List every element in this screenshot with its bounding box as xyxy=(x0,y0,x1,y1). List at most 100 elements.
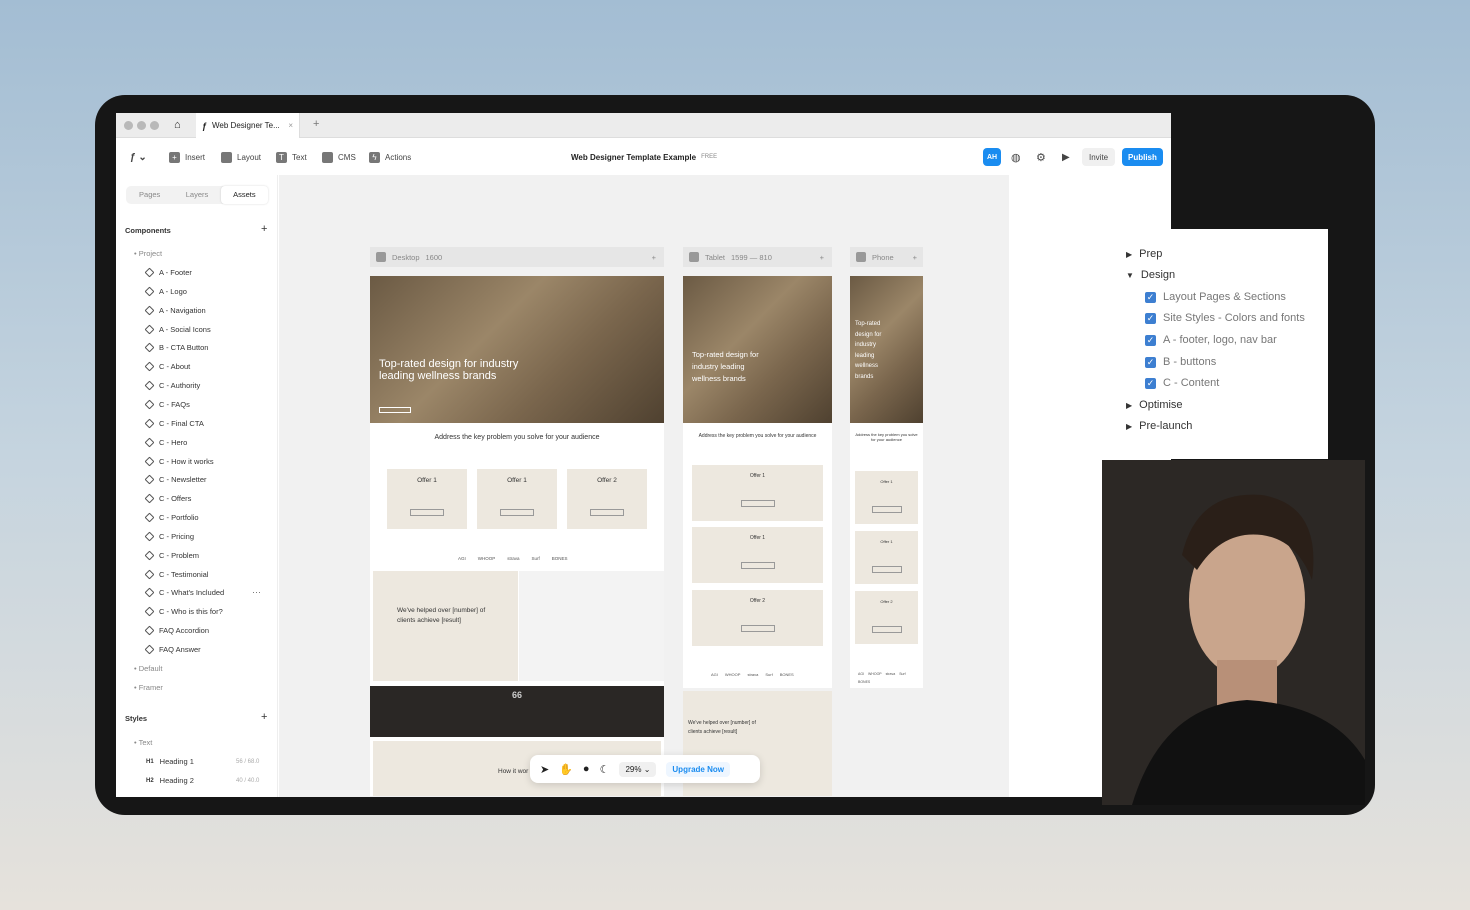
checklist-item-prep[interactable]: ▶ Prep xyxy=(1126,248,1162,260)
desktop-frame-header[interactable]: Desktop 1600 + xyxy=(370,247,664,267)
checklist-subitem[interactable]: ✓ C - Content xyxy=(1145,377,1219,389)
tablet-frame[interactable]: Top-rated design for industry leading we… xyxy=(683,276,832,688)
more-options-icon[interactable]: ··· xyxy=(252,587,261,597)
gear-icon[interactable]: ⚙ xyxy=(1036,151,1046,164)
comment-tool-icon[interactable]: ● xyxy=(583,763,590,775)
offer-card[interactable]: Offer 1 xyxy=(692,527,823,583)
component-item[interactable]: A - Logo xyxy=(144,286,187,297)
checklist-item-pre-launch[interactable]: ▶ Pre-launch xyxy=(1126,420,1192,432)
upgrade-now-button[interactable]: Upgrade Now xyxy=(666,761,730,777)
tab-pages[interactable]: Pages xyxy=(126,186,173,204)
play-icon[interactable] xyxy=(376,252,386,262)
desktop-frame[interactable]: Top-rated design for industry leading we… xyxy=(370,276,664,796)
component-item[interactable]: C - Offers xyxy=(144,493,191,504)
component-item[interactable]: C - Pricing xyxy=(144,531,194,542)
offer-button[interactable] xyxy=(410,509,444,516)
hand-tool-icon[interactable]: ✋ xyxy=(559,763,573,776)
phone-frame-header[interactable]: Phone + xyxy=(850,247,923,267)
maximize-window-dot[interactable] xyxy=(150,121,159,130)
add-component-button[interactable]: + xyxy=(261,223,267,235)
checkbox-checked-icon[interactable]: ✓ xyxy=(1145,377,1156,389)
offer-card[interactable]: Offer 1 xyxy=(692,465,823,521)
checklist-subitem[interactable]: ✓ B - buttons xyxy=(1145,356,1216,368)
offer-card[interactable]: Offer 2 xyxy=(692,590,823,646)
style-heading-2[interactable]: H2 Heading 2 40 / 40.0 xyxy=(146,776,259,785)
component-item[interactable]: C - Who is this for? xyxy=(144,606,223,617)
component-item[interactable]: B - CTA Button xyxy=(144,342,208,353)
add-breakpoint-icon[interactable]: + xyxy=(652,253,656,262)
component-item[interactable]: C - How it works xyxy=(144,456,214,466)
checklist-subitem[interactable]: ✓ Layout Pages & Sections xyxy=(1145,291,1286,303)
home-icon[interactable]: ⌂ xyxy=(174,119,181,131)
user-avatar[interactable]: AH xyxy=(983,148,1001,166)
new-tab-button[interactable]: + xyxy=(313,118,319,130)
add-breakpoint-icon[interactable]: + xyxy=(913,253,917,262)
add-style-button[interactable]: + xyxy=(261,711,267,723)
component-item[interactable]: C - Problem xyxy=(144,550,199,561)
offer-card[interactable]: Offer 1 xyxy=(855,531,918,584)
close-window-dot[interactable] xyxy=(124,121,133,130)
offer-card[interactable]: Offer 2 xyxy=(855,591,918,644)
globe-icon[interactable]: ◍ xyxy=(1011,151,1021,164)
offer-button[interactable] xyxy=(871,566,902,573)
component-item[interactable]: C - About xyxy=(144,361,190,372)
hero-cta-button[interactable] xyxy=(379,407,411,413)
offer-button[interactable] xyxy=(740,500,775,507)
layout-button[interactable]: Layout xyxy=(221,151,261,163)
component-item[interactable]: A - Social Icons xyxy=(144,324,211,334)
checklist-item-optimise[interactable]: ▶ Optimise xyxy=(1126,399,1183,411)
add-breakpoint-icon[interactable]: + xyxy=(820,253,824,262)
design-canvas[interactable]: Desktop 1600 + Top-rated design for indu… xyxy=(279,175,1009,797)
component-item[interactable]: C - Testimonial xyxy=(144,569,208,580)
checkbox-checked-icon[interactable]: ✓ xyxy=(1145,291,1156,303)
dark-mode-icon[interactable]: ☾ xyxy=(600,763,610,776)
tablet-frame-header[interactable]: Tablet 1599 — 810 + xyxy=(683,247,832,267)
tab-layers[interactable]: Layers xyxy=(173,186,220,204)
checklist-subitem[interactable]: ✓ Site Styles - Colors and fonts xyxy=(1145,312,1305,324)
style-heading-1[interactable]: H1 Heading 1 56 / 68.0 xyxy=(146,757,259,766)
invite-button[interactable]: Invite xyxy=(1082,148,1116,166)
project-title[interactable]: Web Designer Template Example FREE xyxy=(571,153,717,162)
checkbox-checked-icon[interactable]: ✓ xyxy=(1145,334,1156,346)
offer-card[interactable]: Offer 1 xyxy=(477,469,557,529)
offer-card[interactable]: Offer 1 xyxy=(387,469,467,529)
actions-button[interactable]: ϟ Actions xyxy=(369,151,411,163)
component-item[interactable]: C - Newsletter xyxy=(144,474,207,485)
framer-menu-button[interactable]: ƒ ⌄ xyxy=(130,152,147,163)
insert-button[interactable]: + Insert xyxy=(169,151,205,163)
checklist-subitem[interactable]: ✓ A - footer, logo, nav bar xyxy=(1145,334,1277,346)
component-item[interactable]: A - Navigation xyxy=(144,305,206,316)
component-item[interactable]: C - FAQs xyxy=(144,399,190,410)
tab-assets[interactable]: Assets xyxy=(220,186,268,204)
offer-card[interactable]: Offer 1 xyxy=(855,471,918,524)
component-item[interactable]: C - What's Included xyxy=(144,587,224,598)
text-button[interactable]: T Text xyxy=(276,151,307,163)
text-styles-group[interactable]: • Text xyxy=(134,738,152,747)
phone-frame[interactable]: Top-rated design for industry leading we… xyxy=(850,276,923,688)
browser-tab[interactable]: ƒ Web Designer Te... × xyxy=(196,113,300,138)
component-item[interactable]: C - Hero xyxy=(144,437,187,448)
component-item[interactable]: FAQ Accordion xyxy=(144,625,209,636)
publish-button[interactable]: Publish xyxy=(1122,148,1163,166)
play-preview-icon[interactable]: ▶ xyxy=(1062,152,1070,163)
project-group[interactable]: • Project xyxy=(134,249,162,258)
checkbox-checked-icon[interactable]: ✓ xyxy=(1145,356,1156,368)
offer-button[interactable] xyxy=(500,509,534,516)
checkbox-checked-icon[interactable]: ✓ xyxy=(1145,312,1156,324)
component-item[interactable]: C - Final CTA xyxy=(144,418,204,429)
tab-close-icon[interactable]: × xyxy=(288,121,293,130)
framer-group[interactable]: • Framer xyxy=(134,683,163,692)
offer-card[interactable]: Offer 2 xyxy=(567,469,647,529)
offer-button[interactable] xyxy=(590,509,624,516)
component-item[interactable]: A - Footer xyxy=(144,267,192,278)
play-icon[interactable] xyxy=(856,252,866,262)
cursor-tool-icon[interactable]: ➤ xyxy=(540,763,549,776)
cms-button[interactable]: CMS xyxy=(322,151,356,163)
results-card[interactable] xyxy=(373,571,518,681)
play-icon[interactable] xyxy=(689,252,699,262)
offer-button[interactable] xyxy=(871,506,902,513)
offer-button[interactable] xyxy=(740,562,775,569)
component-item[interactable]: C - Authority xyxy=(144,380,200,391)
checklist-item-design[interactable]: ▼ Design xyxy=(1126,269,1175,281)
component-item[interactable]: FAQ Answer xyxy=(144,644,201,655)
